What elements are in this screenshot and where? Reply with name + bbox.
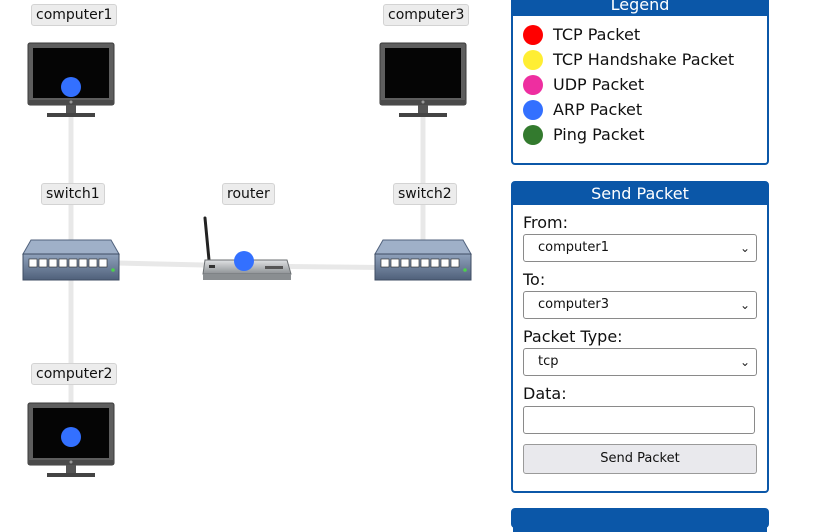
chevron-down-icon: ⌄	[739, 298, 750, 312]
network-diagram: computer1 computer3 switch1 router switc…	[0, 0, 500, 515]
computer3-node[interactable]	[379, 42, 467, 117]
packet-arp-at-computer1	[61, 77, 81, 97]
send-packet-form: From: computer1 ⌄ To: computer3 ⌄ Packet…	[513, 205, 767, 484]
legend-list: TCP Packet TCP Handshake Packet UDP Pack…	[513, 16, 767, 153]
computer2-label: computer2	[31, 363, 118, 385]
tcp-packet-dot-icon	[523, 24, 543, 45]
legend-panel: Legend TCP Packet TCP Handshake Packet U…	[511, 0, 769, 165]
packet-type-select-value: tcp	[538, 354, 559, 369]
legend-label: ARP Packet	[553, 100, 643, 119]
data-input[interactable]	[523, 406, 755, 434]
data-label: Data:	[523, 384, 567, 403]
to-label: To:	[523, 270, 546, 289]
legend-title: Legend	[513, 0, 767, 16]
switch2-node[interactable]	[374, 239, 472, 281]
legend-item-tcp: TCP Packet	[523, 22, 757, 47]
packet-type-label: Packet Type:	[523, 327, 623, 346]
legend-item-arp: ARP Packet	[523, 97, 757, 122]
to-select-value: computer3	[538, 297, 609, 312]
legend-item-udp: UDP Packet	[523, 72, 757, 97]
udp-packet-dot-icon	[523, 74, 543, 95]
legend-label: UDP Packet	[553, 75, 645, 94]
computer1-label: computer1	[31, 4, 118, 26]
tcp-handshake-packet-dot-icon	[523, 49, 543, 70]
from-label: From:	[523, 213, 569, 232]
ping-packet-dot-icon	[523, 124, 543, 145]
arp-packet-dot-icon	[523, 99, 543, 120]
from-select[interactable]: computer1 ⌄	[523, 234, 757, 262]
switch1-node[interactable]	[22, 239, 120, 281]
send-packet-title: Send Packet	[513, 183, 767, 205]
computer3-label: computer3	[383, 4, 470, 26]
network-svg	[22, 42, 472, 477]
router-label: router	[222, 183, 275, 205]
legend-label: TCP Packet	[553, 25, 641, 44]
legend-label: TCP Handshake Packet	[553, 50, 735, 69]
legend-label: Ping Packet	[553, 125, 645, 144]
packet-arp-at-computer2	[61, 427, 81, 447]
to-select[interactable]: computer3 ⌄	[523, 291, 757, 319]
network-panel	[511, 508, 769, 532]
send-packet-button[interactable]: Send Packet	[523, 444, 757, 474]
legend-item-tcp-handshake: TCP Handshake Packet	[523, 47, 757, 72]
chevron-down-icon: ⌄	[739, 241, 750, 255]
network-panel-header	[513, 510, 767, 532]
router-node[interactable]	[202, 216, 292, 280]
packet-type-select[interactable]: tcp ⌄	[523, 348, 757, 376]
chevron-down-icon: ⌄	[739, 355, 750, 369]
from-select-value: computer1	[538, 240, 609, 255]
legend-item-ping: Ping Packet	[523, 122, 757, 147]
switch2-label: switch2	[393, 183, 457, 205]
switch1-label: switch1	[41, 183, 105, 205]
send-packet-panel: Send Packet From: computer1 ⌄ To: comput…	[511, 181, 769, 493]
packet-arp-at-router	[234, 251, 254, 271]
